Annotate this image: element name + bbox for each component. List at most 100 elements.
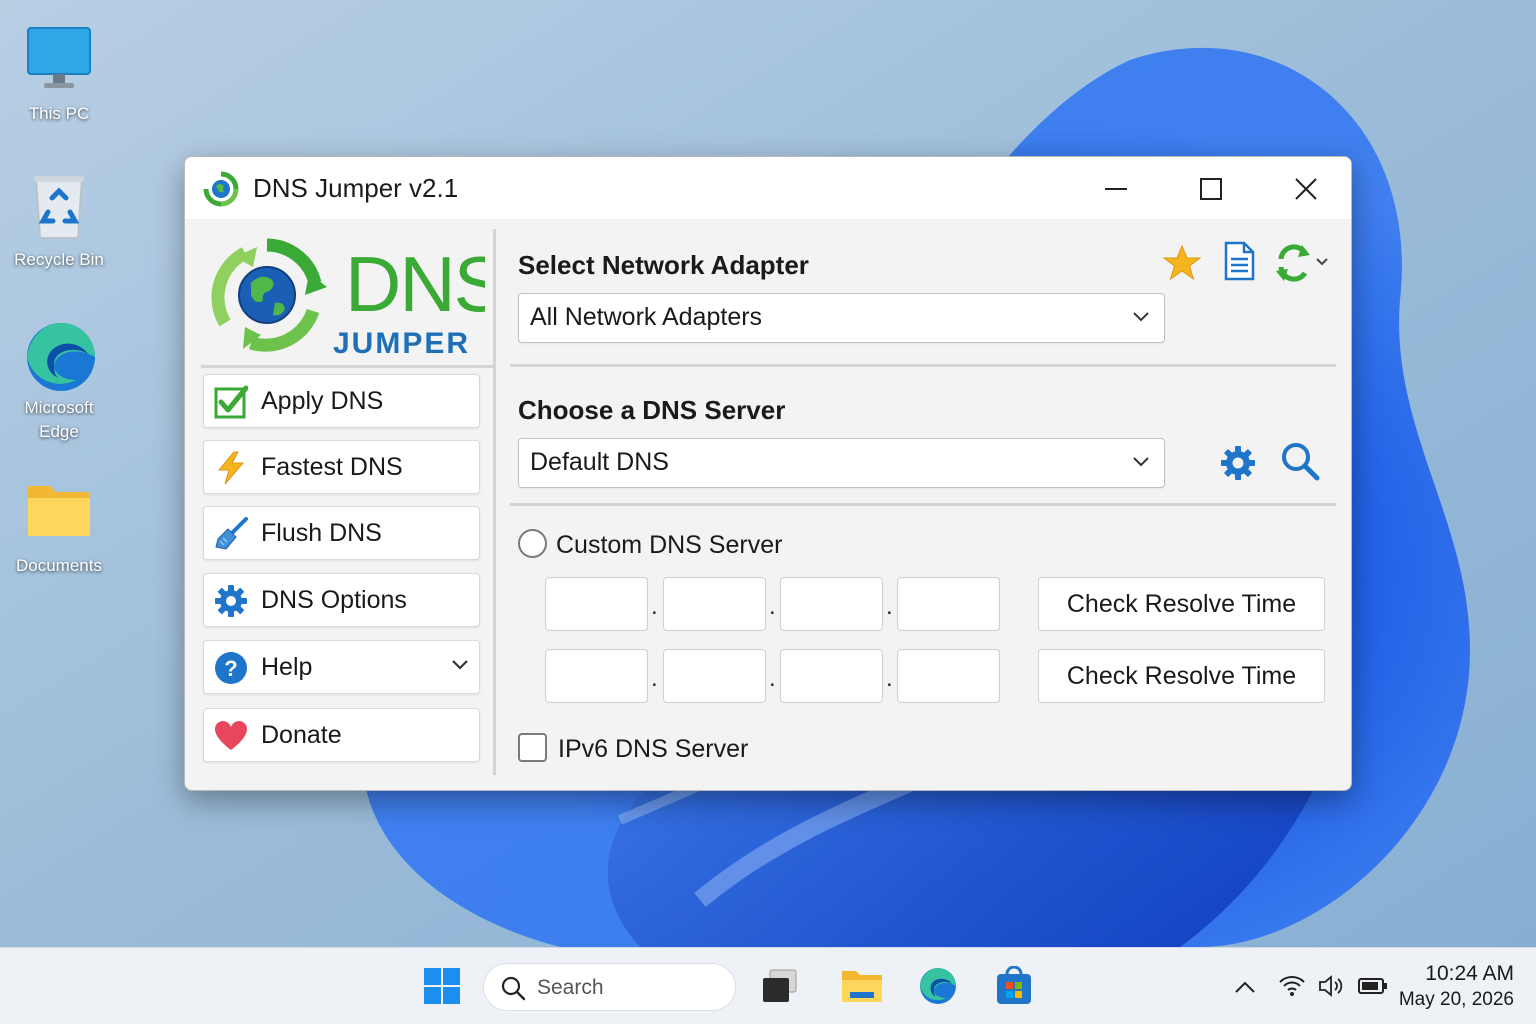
folder-icon: [24, 478, 94, 548]
chevron-down-icon: [1133, 312, 1149, 322]
maximize-icon: [1200, 178, 1222, 200]
ipv4-octet-input[interactable]: [897, 577, 1000, 631]
ip-separator: .: [651, 665, 658, 692]
apply-dns-button[interactable]: Apply DNS: [203, 374, 480, 428]
check-resolve-time-button[interactable]: Check Resolve Time: [1038, 649, 1325, 703]
custom-dns-radio[interactable]: [518, 529, 547, 558]
right-pane: Select Network Adapter All Network Adapt…: [496, 219, 1351, 790]
battery-icon[interactable]: [1358, 976, 1388, 996]
ipv4-octet-input[interactable]: [545, 577, 648, 631]
taskbar-search[interactable]: Search: [483, 963, 736, 1011]
logo-jumper-text: JUMPER: [333, 327, 470, 360]
divider: [510, 364, 1336, 367]
star-icon[interactable]: [1162, 243, 1202, 283]
network-adapter-select[interactable]: All Network Adapters: [518, 293, 1165, 343]
ipv4-octet-input[interactable]: [780, 577, 883, 631]
minimize-button[interactable]: [1085, 167, 1145, 209]
desktop-icon-documents[interactable]: Documents: [4, 478, 114, 578]
search-icon: [501, 976, 526, 1001]
ip-separator: .: [651, 593, 658, 620]
help-button[interactable]: ? Help: [203, 640, 480, 694]
dns-options-label: DNS Options: [261, 586, 407, 614]
check-resolve-time-button[interactable]: Check Resolve Time: [1038, 577, 1325, 631]
divider: [510, 503, 1336, 506]
heart-icon: [214, 719, 248, 753]
file-explorer-icon[interactable]: [840, 966, 884, 1006]
desktop-icon-label: Recycle Bin: [14, 250, 104, 269]
network-adapter-heading: Select Network Adapter: [518, 250, 809, 280]
dns-jumper-window: DNS Jumper v2.1 DNS: [184, 156, 1352, 791]
help-icon: ?: [214, 651, 248, 685]
clock-time[interactable]: 10:24 AM: [1425, 962, 1514, 986]
desktop-icon-recycle-bin[interactable]: Recycle Bin: [4, 172, 114, 272]
maximize-button[interactable]: [1180, 167, 1240, 209]
network-adapter-value: All Network Adapters: [530, 303, 763, 331]
minimize-icon: [1105, 188, 1127, 190]
desktop-icon-this-pc[interactable]: This PC: [4, 26, 114, 126]
clock-date[interactable]: May 20, 2026: [1399, 989, 1514, 1011]
ipv4-octet-input[interactable]: [897, 649, 1000, 703]
ipv6-label: IPv6 DNS Server: [558, 735, 749, 763]
close-icon: [1295, 178, 1317, 200]
refresh-icon[interactable]: [1274, 243, 1334, 283]
dns-server-value: Default DNS: [530, 448, 669, 476]
desktop-icon-label: Microsoft Edge: [24, 398, 94, 441]
broom-icon: [214, 517, 248, 551]
help-label: Help: [261, 653, 313, 681]
title-bar[interactable]: DNS Jumper v2.1: [185, 157, 1351, 219]
donate-button[interactable]: Donate: [203, 708, 480, 762]
ipv6-checkbox[interactable]: [518, 733, 547, 762]
chevron-down-icon[interactable]: [451, 659, 469, 671]
monitor-icon: [24, 26, 94, 96]
recycle-bin-icon: [24, 172, 94, 242]
dns-jumper-logo: DNS JUMPER: [211, 238, 485, 360]
chevron-up-icon[interactable]: [1234, 980, 1256, 994]
search-placeholder: Search: [537, 976, 604, 999]
chevron-down-icon: [1133, 457, 1149, 467]
desktop-icon-label: Documents: [16, 556, 102, 575]
globe-arrows-icon: [211, 238, 327, 352]
left-pane: DNS JUMPER Apply DNS Fastest DNS: [185, 219, 493, 790]
store-icon[interactable]: [994, 966, 1034, 1006]
ip-separator: .: [769, 665, 776, 692]
dns-server-heading: Choose a DNS Server: [518, 395, 786, 425]
ip-separator: .: [886, 593, 893, 620]
ipv4-octet-input[interactable]: [663, 649, 766, 703]
dns-server-select[interactable]: Default DNS: [518, 438, 1165, 488]
desktop-icon-label: This PC: [28, 104, 90, 123]
start-icon[interactable]: [422, 966, 462, 1006]
ip-separator: .: [886, 665, 893, 692]
apply-dns-label: Apply DNS: [261, 387, 384, 415]
ipv4-octet-input[interactable]: [545, 649, 648, 703]
edge-icon[interactable]: [918, 966, 958, 1006]
custom-dns-label: Custom DNS Server: [556, 531, 783, 559]
volume-icon[interactable]: [1318, 974, 1346, 998]
flush-dns-button[interactable]: Flush DNS: [203, 506, 480, 560]
gear-icon: [214, 584, 248, 618]
close-button[interactable]: [1275, 167, 1335, 209]
desktop-icon-microsoft-edge[interactable]: Microsoft Edge: [4, 320, 114, 444]
fastest-dns-label: Fastest DNS: [261, 453, 403, 481]
wifi-icon[interactable]: [1278, 974, 1306, 998]
chevron-down-icon: [1316, 258, 1328, 266]
flush-dns-label: Flush DNS: [261, 519, 382, 547]
window-title: DNS Jumper v2.1: [253, 173, 459, 203]
divider: [201, 365, 493, 368]
ipv4-octet-input[interactable]: [780, 649, 883, 703]
task-view-icon[interactable]: [760, 966, 800, 1006]
fastest-dns-button[interactable]: Fastest DNS: [203, 440, 480, 494]
edge-icon: [24, 320, 95, 391]
ip-separator: .: [769, 593, 776, 620]
search-icon[interactable]: [1280, 441, 1320, 481]
ipv4-octet-input[interactable]: [663, 577, 766, 631]
taskbar: Search 10:24 AM May 20, 2026: [0, 947, 1536, 1024]
lightning-icon: [214, 451, 248, 485]
logo-dns-text: DNS: [345, 240, 485, 328]
donate-label: Donate: [261, 721, 342, 749]
dns-options-button[interactable]: DNS Options: [203, 573, 480, 627]
app-icon: [203, 171, 239, 207]
svg-text:?: ?: [224, 656, 237, 681]
document-icon[interactable]: [1219, 241, 1259, 281]
gear-icon[interactable]: [1218, 443, 1258, 483]
checkmark-icon: [214, 385, 249, 419]
